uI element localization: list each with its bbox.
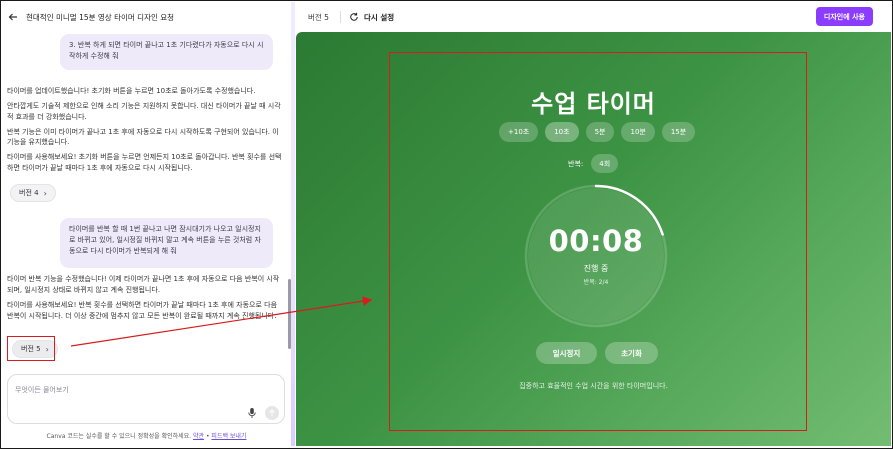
ai-paragraph: 타이머 반복 기능을 수정했습니다! 이제 타이머가 끝나면 1초 후에 자동으… — [7, 275, 280, 294]
reset-button[interactable]: 다시 설정 — [349, 12, 394, 23]
ai-response: 타이머를 업데이트했습니다! 초기화 버튼을 누르면 10초로 돌아가도록 수정… — [7, 86, 285, 178]
version-chip-label: 버전 4 — [19, 189, 39, 197]
preview-toolbar: 버전 5 다시 설정 디자인에 사용 — [296, 2, 891, 32]
reset-label: 다시 설정 — [363, 12, 395, 22]
panel-divider[interactable] — [291, 2, 295, 446]
chat-title: 현대적인 미니멀 15분 영상 타이머 디자인 요청 — [26, 12, 175, 22]
chat-panel: 현대적인 미니멀 15분 영상 타이머 디자인 요청 3. 반복 하게 되면 타… — [2, 2, 291, 446]
ai-paragraph: 반복 기능은 이미 타이머가 끝나고 1초 후에 자동으로 다시 시작하도록 구… — [7, 127, 279, 147]
microphone-icon[interactable] — [246, 407, 258, 419]
ai-paragraph: 안타깝게도 기술적 제한으로 인해 소리 기능은 지원하지 못합니다. 대신 타… — [7, 101, 281, 121]
send-button[interactable] — [265, 406, 279, 420]
refresh-icon — [350, 12, 358, 21]
disclaimer-text: Canva 코드는 실수를 할 수 있으니 정확성을 확인하세요. — [46, 433, 192, 440]
version-label: 버전 5 — [308, 12, 329, 22]
ai-paragraph: 타이머를 사용해보세요! 반복 횟수를 선택하면 타이머가 끝날 때마다 1초 … — [7, 300, 278, 320]
back-arrow-icon[interactable] — [6, 10, 20, 24]
chat-header: 현대적인 미니멀 15분 영상 타이머 디자인 요청 — [2, 2, 291, 32]
terms-link[interactable]: 약관 — [193, 433, 204, 440]
input-placeholder: 무엇이든 물어보기 — [15, 386, 69, 394]
annotation-box — [7, 336, 55, 361]
user-message: 3. 반복 하게 되면 타이머 끝나고 1초 기다렸다가 자동으로 다시 시작하… — [60, 34, 273, 70]
feedback-link[interactable]: 피드백 보내기 — [211, 433, 246, 440]
ai-response: 타이머 반복 기능을 수정했습니다! 이제 타이머가 끝나면 1초 후에 자동으… — [7, 274, 285, 325]
chat-input[interactable]: 무엇이든 물어보기 — [7, 374, 285, 424]
annotation-rectangle — [389, 52, 807, 431]
use-in-design-button[interactable]: 디자인에 사용 — [815, 7, 873, 26]
version-chip-4[interactable]: 버전 4 › — [10, 184, 56, 202]
ai-paragraph: 타이머를 사용해보세요! 초기화 버튼을 누르면 언제든지 10초로 돌아갑니다… — [7, 153, 282, 173]
disclaimer: Canva 코드는 실수를 할 수 있으니 정확성을 확인하세요. 약관 • 피… — [2, 431, 291, 440]
user-message: 타이머를 반복 할 때 1번 끝나고 나면 잠시대기가 나오고 일시정지로 바뀌… — [60, 218, 273, 268]
ai-paragraph: 타이머를 업데이트했습니다! 초기화 버튼을 누르면 10초로 돌아가도록 수정… — [7, 87, 256, 95]
toolbar-divider — [339, 11, 341, 23]
arrow-up-icon — [269, 409, 275, 416]
chevron-right-icon: › — [43, 188, 47, 198]
